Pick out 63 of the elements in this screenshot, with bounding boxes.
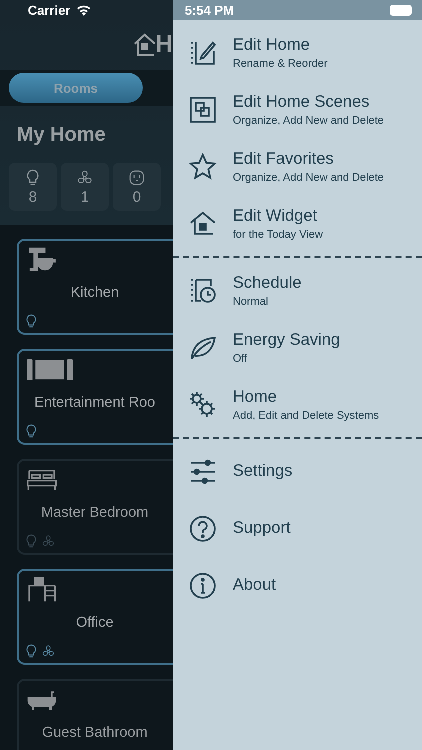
schedule-clock-icon [189, 276, 217, 304]
menu-item-title: Edit Widget [233, 206, 318, 226]
menu-item[interactable]: About [173, 557, 422, 614]
overlapping-squares-icon [189, 96, 217, 124]
help-icon [189, 514, 217, 542]
menu-item-title: Edit Home Scenes [233, 92, 371, 112]
menu-item[interactable]: Energy Saving Off [173, 319, 422, 376]
info-icon [189, 572, 217, 600]
fan-icon [42, 644, 55, 659]
outlet-icon [129, 168, 145, 186]
star-icon [189, 152, 217, 180]
menu-item-title: Settings [233, 462, 293, 481]
menu-item-subtitle: Organize, Add New and Delete [233, 114, 384, 126]
time-label: 5:54 PM [185, 2, 234, 18]
menu-item-subtitle: Off [233, 352, 248, 364]
sliders-icon [189, 458, 217, 486]
menu-item-subtitle: Normal [233, 296, 270, 308]
bulb-icon [25, 314, 38, 329]
device-count-tile[interactable]: 1 [61, 163, 109, 211]
menu-item-title: About [233, 576, 276, 595]
menu-item[interactable]: Home Add, Edit and Delete Systems [173, 376, 422, 433]
menu-item-title: Schedule [233, 274, 302, 292]
menu-item[interactable]: Edit Widget for the Today View [173, 195, 422, 252]
menu-item[interactable]: Edit Home Scenes Organize, Add New and Delete [173, 81, 422, 138]
stand-mixer-icon [27, 247, 57, 273]
tv-speakers-icon [27, 357, 73, 383]
room-card[interactable]: Kitchen [17, 239, 173, 335]
menu-item-subtitle: Rename & Reorder [233, 58, 328, 70]
menu-item-subtitle: Add, Edit and Delete Systems [233, 410, 380, 422]
carrier-label: Carrier [28, 2, 71, 18]
menu-item-title: Edit Favorites [233, 150, 335, 168]
menu-item[interactable]: Schedule Normal [173, 262, 422, 319]
menu-item-title: Edit Home [233, 36, 312, 54]
fan-icon [42, 534, 55, 549]
house-icon [134, 33, 156, 57]
menu-item-title: Home [233, 388, 278, 406]
battery-icon [390, 4, 412, 16]
menu-item[interactable]: Edit Home Rename & Reorder [173, 24, 422, 81]
menu-item-title: Energy Saving [233, 330, 340, 350]
bulb-icon [25, 168, 41, 186]
menu-item-subtitle: for the Today View [233, 228, 324, 240]
room-card[interactable]: Office [17, 569, 173, 665]
home-title: My Home [17, 124, 107, 147]
gears-icon [189, 390, 217, 418]
bulb-icon [25, 424, 38, 439]
bulb-icon [25, 534, 38, 549]
desk-icon [27, 577, 57, 603]
menu-item-title: Support [233, 519, 291, 538]
bulb-icon [25, 644, 38, 659]
device-count-tile[interactable]: 0 [113, 163, 161, 211]
wifi-icon [76, 4, 92, 16]
room-card[interactable]: Guest Bathroom [17, 679, 173, 750]
menu-item[interactable]: Settings [173, 443, 422, 500]
menu-item-subtitle: Organize, Add New and Delete [233, 172, 384, 184]
device-count-tile[interactable]: 8 [9, 163, 57, 211]
room-card[interactable]: Master Bedroom [17, 459, 173, 555]
room-card[interactable]: Entertainment Roo [17, 349, 173, 445]
menu-item[interactable]: Support [173, 500, 422, 557]
menu-item[interactable]: Edit Favorites Organize, Add New and Delete [173, 138, 422, 195]
bed-icon [27, 467, 57, 493]
fan-icon [77, 168, 93, 186]
house-icon [189, 210, 217, 238]
app-title: H [156, 31, 173, 59]
